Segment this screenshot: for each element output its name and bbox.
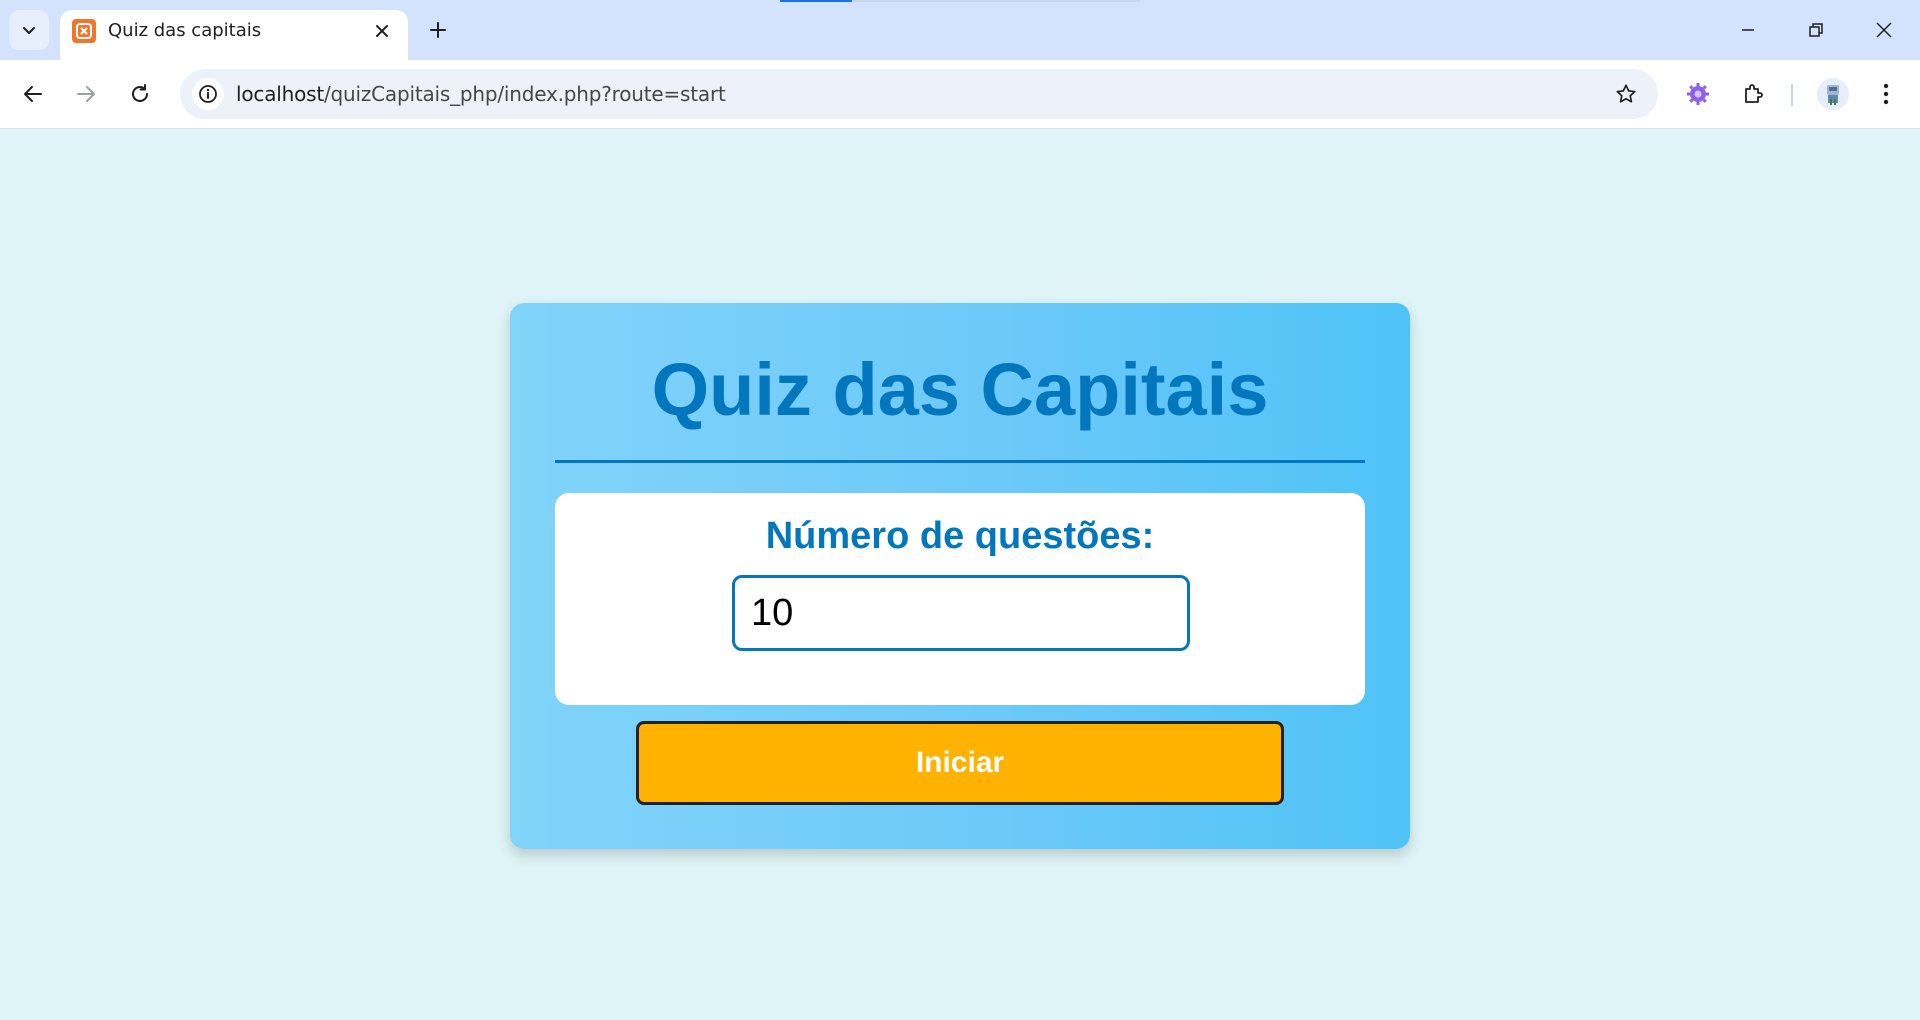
- loading-indicator: [780, 0, 1140, 2]
- tab-strip: Quiz das capitais: [0, 0, 1920, 60]
- close-tab-button[interactable]: [370, 19, 394, 43]
- url-host: localhost: [236, 82, 324, 106]
- minimize-button[interactable]: [1732, 14, 1764, 46]
- more-vertical-icon: [1883, 83, 1889, 105]
- star-icon: [1616, 84, 1636, 103]
- url-path: /quizCapitais_php/index.php?route=start: [323, 82, 726, 106]
- page-title: Quiz das Capitais: [651, 348, 1269, 431]
- address-bar[interactable]: localhost/quizCapitais_php/index.php?rou…: [180, 69, 1658, 119]
- profile-avatar[interactable]: [1817, 78, 1849, 110]
- forward-button[interactable]: [68, 76, 104, 112]
- toolbar-separator: [1791, 84, 1793, 106]
- plus-icon: [430, 22, 446, 38]
- xampp-icon: [72, 19, 96, 43]
- arrow-right-icon: [77, 86, 95, 102]
- question-count-label: Número de questões:: [765, 515, 1155, 557]
- avatar-icon: [1827, 85, 1839, 105]
- info-icon: [199, 85, 217, 103]
- browser-menu-button[interactable]: [1868, 76, 1904, 112]
- back-button[interactable]: [15, 76, 51, 112]
- minimize-icon: [1742, 29, 1754, 31]
- extension-gear-button[interactable]: [1680, 76, 1716, 112]
- reload-button[interactable]: [122, 76, 158, 112]
- site-info-button[interactable]: [192, 78, 224, 110]
- arrow-left-icon: [24, 86, 42, 102]
- puzzle-icon: [1745, 84, 1763, 103]
- title-divider: [555, 460, 1365, 463]
- reload-icon: [132, 84, 148, 102]
- question-count-input[interactable]: [732, 575, 1190, 651]
- bookmark-button[interactable]: [1612, 80, 1640, 108]
- gear-icon: [1687, 83, 1709, 105]
- browser-toolbar: localhost/quizCapitais_php/index.php?rou…: [0, 60, 1920, 129]
- extensions-button[interactable]: [1735, 76, 1771, 112]
- url-text: localhost/quizCapitais_php/index.php?rou…: [236, 82, 726, 106]
- close-icon: [1876, 22, 1892, 38]
- chevron-down-icon: [23, 27, 35, 34]
- close-window-button[interactable]: [1868, 14, 1900, 46]
- restore-icon: [1809, 23, 1823, 37]
- browser-tab[interactable]: Quiz das capitais: [60, 10, 408, 60]
- start-button[interactable]: Iniciar: [636, 721, 1284, 805]
- tab-search-button[interactable]: [9, 10, 49, 50]
- new-tab-button[interactable]: [422, 14, 454, 46]
- question-count-panel: Número de questões:: [555, 493, 1365, 705]
- quiz-card: Quiz das Capitais Número de questões: In…: [510, 303, 1410, 849]
- tab-title: Quiz das capitais: [108, 20, 262, 41]
- restore-button[interactable]: [1800, 14, 1832, 46]
- close-icon: [376, 25, 388, 37]
